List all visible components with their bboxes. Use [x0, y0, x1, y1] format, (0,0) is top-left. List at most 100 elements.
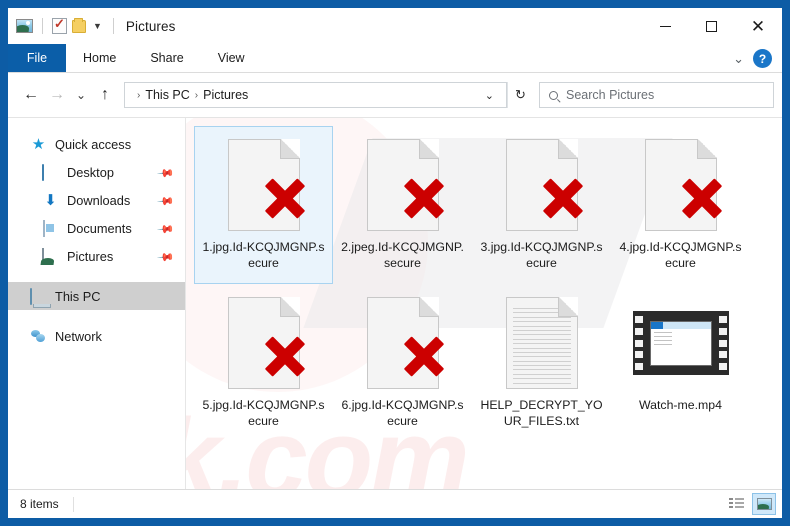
file-thumbnail	[633, 135, 729, 235]
file-name: 6.jpg.Id-KCQJMGNP.secure	[341, 398, 464, 428]
search-icon	[547, 88, 560, 102]
breadcrumb[interactable]: › This PC › Pictures ⌄	[124, 82, 507, 108]
up-button[interactable]: ↑	[92, 82, 118, 108]
breadcrumb-separator: ›	[194, 89, 199, 101]
back-button[interactable]: ←	[18, 82, 44, 108]
file-thumbnail	[355, 293, 451, 393]
close-button[interactable]: ✕	[734, 8, 782, 44]
navigation-pane: ★ Quick access Desktop 📌 ⬇ Downloads 📌 D…	[8, 118, 186, 489]
chevron-down-icon[interactable]: ⌄	[733, 51, 744, 67]
file-thumbnail	[632, 293, 729, 393]
film-sprockets-right	[718, 314, 727, 372]
large-icons-view-button[interactable]	[752, 493, 776, 515]
sidebar-item-network[interactable]: Network	[8, 322, 185, 350]
quick-access-toolbar: ▼	[8, 16, 118, 34]
file-item[interactable]: 4.jpg.Id-KCQJMGNP.secure	[611, 126, 750, 284]
video-preview	[649, 320, 712, 366]
pictures-icon	[42, 247, 44, 265]
tab-home[interactable]: Home	[66, 44, 133, 72]
window-title: Pictures	[125, 18, 176, 34]
breadcrumb-item-this-pc[interactable]: This PC	[142, 88, 192, 102]
sidebar-item-label: Downloads	[67, 192, 131, 208]
sidebar-item-pictures[interactable]: Pictures 📌	[8, 242, 185, 270]
this-pc-icon	[30, 287, 32, 305]
documents-icon	[43, 219, 45, 237]
file-item[interactable]: 2.jpeg.Id-KCQJMGNP.secure	[333, 126, 472, 284]
sidebar-item-label: This PC	[55, 288, 101, 304]
file-name: 2.jpeg.Id-KCQJMGNP.secure	[341, 240, 464, 270]
tab-share[interactable]: Share	[133, 44, 200, 72]
text-lines	[512, 308, 571, 387]
star-icon: ★	[31, 135, 46, 153]
minimize-icon	[659, 25, 671, 27]
file-thumbnail	[494, 135, 590, 235]
forward-button[interactable]: →	[44, 82, 70, 108]
sidebar-item-quick-access[interactable]: ★ Quick access	[8, 130, 185, 158]
red-x-icon	[262, 333, 308, 379]
address-bar: ← → ⌄ ↑ › This PC › Pictures ⌄ ↻ Search …	[8, 73, 782, 118]
sidebar-item-label: Quick access	[55, 136, 132, 152]
divider	[42, 18, 43, 34]
search-placeholder: Search Pictures	[566, 88, 655, 102]
details-view-icon	[728, 498, 744, 510]
pin-icon[interactable]: 📌	[157, 248, 176, 267]
film-sprockets-left	[634, 314, 643, 372]
file-item[interactable]: 1.jpg.Id-KCQJMGNP.secure	[194, 126, 333, 284]
file-name: 3.jpg.Id-KCQJMGNP.secure	[480, 240, 603, 270]
file-thumbnail	[494, 293, 590, 393]
file-item[interactable]: HELP_DECRYPT_YOUR_FILES.txt	[472, 284, 611, 442]
file-item[interactable]: 6.jpg.Id-KCQJMGNP.secure	[333, 284, 472, 442]
maximize-button[interactable]	[688, 8, 734, 44]
file-item[interactable]: 3.jpg.Id-KCQJMGNP.secure	[472, 126, 611, 284]
downloads-icon: ⬇	[44, 191, 57, 209]
explorer-window: ▼ Pictures ✕ File Home Share View ⌄ ? ←	[8, 8, 782, 518]
tab-file[interactable]: File	[8, 44, 66, 72]
breadcrumb-item-pictures[interactable]: Pictures	[200, 88, 251, 102]
sidebar-item-label: Documents	[67, 220, 132, 236]
text-document-icon	[505, 297, 578, 389]
red-x-icon	[401, 175, 447, 221]
properties-icon[interactable]	[52, 16, 67, 34]
search-input[interactable]: Search Pictures	[539, 82, 774, 108]
item-count: 8 items	[20, 497, 59, 511]
chevron-down-icon[interactable]: ⌄	[477, 89, 502, 102]
file-thumbnail	[216, 293, 312, 393]
video-icon	[632, 311, 729, 375]
file-item[interactable]: Watch-me.mp4	[611, 284, 750, 442]
pin-icon[interactable]: 📌	[157, 220, 176, 239]
window-controls: ✕	[642, 8, 782, 44]
sidebar-item-label: Pictures	[67, 248, 114, 264]
ribbon-right-controls: ⌄ ?	[733, 44, 778, 73]
red-x-icon	[679, 175, 725, 221]
tab-view[interactable]: View	[201, 44, 262, 72]
divider	[112, 18, 114, 34]
file-thumbnail	[355, 135, 451, 235]
help-button[interactable]: ?	[753, 49, 772, 68]
file-name: 4.jpg.Id-KCQJMGNP.secure	[619, 240, 742, 270]
maximize-icon	[705, 20, 717, 32]
recent-locations-button[interactable]: ⌄	[70, 82, 92, 108]
refresh-button[interactable]: ↻	[507, 82, 533, 108]
desktop-icon	[42, 163, 44, 181]
file-item[interactable]: 5.jpg.Id-KCQJMGNP.secure	[194, 284, 333, 442]
minimize-button[interactable]	[642, 8, 688, 44]
ribbon-tabs: File Home Share View ⌄ ?	[8, 44, 782, 73]
pin-icon[interactable]: 📌	[157, 164, 176, 183]
customize-caret-icon[interactable]: ▼	[91, 21, 104, 31]
sidebar-item-label: Network	[55, 328, 102, 344]
sidebar-item-this-pc[interactable]: This PC	[8, 282, 185, 310]
status-bar: 8 items	[8, 489, 782, 518]
large-icons-view-icon	[756, 498, 772, 510]
file-name: HELP_DECRYPT_YOUR_FILES.txt	[480, 398, 603, 428]
view-buttons	[724, 493, 776, 515]
sidebar-item-documents[interactable]: Documents 📌	[8, 214, 185, 242]
sidebar-item-downloads[interactable]: ⬇ Downloads 📌	[8, 186, 185, 214]
pin-icon[interactable]: 📌	[157, 192, 176, 211]
folder-icon[interactable]	[72, 17, 86, 33]
close-icon: ✕	[750, 16, 766, 36]
sidebar-item-desktop[interactable]: Desktop 📌	[8, 158, 185, 186]
details-view-button[interactable]	[724, 493, 748, 515]
file-name: Watch-me.mp4	[639, 398, 722, 412]
